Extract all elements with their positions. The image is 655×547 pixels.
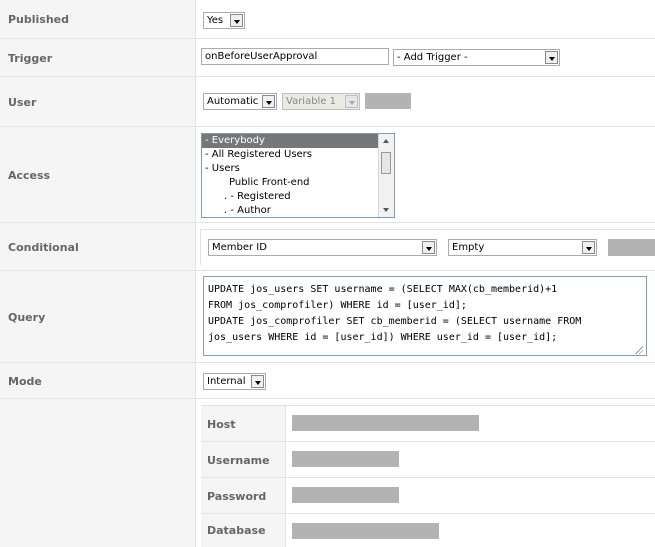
resize-grip-icon[interactable] (635, 346, 643, 354)
user-row: User Automatic Variable 1 (0, 76, 655, 127)
published-label: Published (0, 0, 196, 38)
username-row: Username (201, 441, 655, 478)
query-row: Query UPDATE jos_users SET username = (S… (0, 270, 655, 363)
list-item[interactable]: - Everybody (202, 134, 394, 148)
host-label: Host (201, 406, 286, 442)
chevron-down-icon (345, 95, 358, 108)
host-field[interactable] (292, 415, 479, 431)
published-select[interactable]: Yes (203, 12, 245, 29)
published-row: Published Yes (0, 0, 655, 38)
conditional-label: Conditional (0, 223, 196, 271)
list-item[interactable]: . - Author (202, 204, 394, 217)
access-scrollbar[interactable] (378, 134, 394, 217)
database-row: Database (201, 513, 655, 547)
chevron-down-icon (251, 375, 264, 388)
user-label: User (0, 77, 196, 127)
host-row: Host (201, 405, 655, 442)
trigger-label: Trigger (0, 39, 196, 77)
database-label: Database (201, 514, 286, 547)
conditional-operator-select[interactable]: Empty (448, 239, 597, 256)
password-label: Password (201, 478, 286, 514)
mode-label: Mode (0, 363, 196, 399)
access-row: Access - Everybody - All Registered User… (0, 126, 655, 223)
query-textarea[interactable]: UPDATE jos_users SET username = (SELECT … (203, 276, 647, 356)
scroll-thumb[interactable] (381, 152, 391, 174)
user-mode-select[interactable]: Automatic (203, 93, 277, 110)
mode-row: Mode Internal (0, 362, 655, 399)
chevron-down-icon (545, 51, 558, 64)
username-label: Username (201, 442, 286, 478)
list-item[interactable]: - Users (202, 162, 394, 176)
password-row: Password (201, 477, 655, 514)
user-variable-select[interactable]: Variable 1 (282, 93, 360, 110)
database-field[interactable] (292, 523, 439, 539)
trigger-input[interactable]: onBeforeUserApproval (201, 48, 389, 65)
chevron-down-icon (422, 241, 435, 254)
chevron-down-icon (582, 241, 595, 254)
mode-select[interactable]: Internal (203, 373, 266, 390)
trigger-row: Trigger onBeforeUserApproval - Add Trigg… (0, 38, 655, 77)
conditional-value-field[interactable] (608, 239, 655, 256)
scroll-down-icon[interactable] (379, 203, 394, 217)
add-trigger-select[interactable]: - Add Trigger - (393, 49, 560, 66)
list-item[interactable]: - All Registered Users (202, 148, 394, 162)
access-label: Access (0, 127, 196, 223)
access-listbox[interactable]: - Everybody - All Registered Users - Use… (201, 133, 395, 218)
scroll-up-icon[interactable] (379, 134, 394, 148)
password-field[interactable] (292, 487, 399, 503)
chevron-down-icon (262, 95, 275, 108)
query-label: Query (0, 271, 196, 363)
user-value-field[interactable] (365, 93, 411, 109)
list-item[interactable]: . - Registered (202, 190, 394, 204)
username-field[interactable] (292, 451, 399, 467)
chevron-down-icon (230, 14, 243, 27)
conditional-field-select[interactable]: Member ID (208, 239, 437, 256)
conditional-row: Conditional Member ID Empty (0, 222, 655, 271)
list-item[interactable]: Public Front-end (202, 176, 394, 190)
